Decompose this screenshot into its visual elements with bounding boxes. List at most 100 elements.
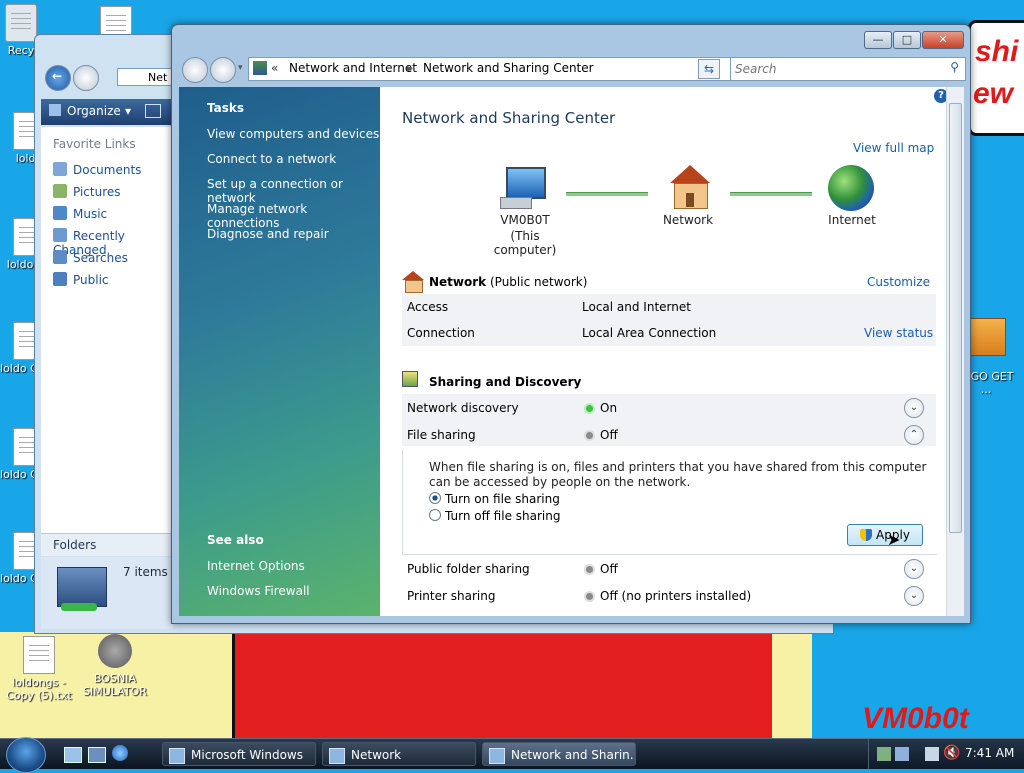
speech-text: ew — [973, 77, 1014, 110]
view-status-link[interactable]: View status — [864, 326, 933, 340]
switch-windows-icon[interactable] — [88, 747, 106, 763]
row-label: Network discovery — [407, 401, 519, 415]
forward-arrow-icon[interactable] — [210, 57, 236, 83]
favorite-links-header: Favorite Links — [53, 137, 136, 151]
file-sharing-panel: When file sharing is on, files and print… — [402, 450, 937, 555]
sharing-row-network-discovery[interactable]: Network discovery On ⌄ — [402, 398, 936, 426]
search-input[interactable] — [733, 59, 937, 79]
favorite-public[interactable]: Public — [53, 272, 109, 287]
sharing-row-printer-sharing[interactable]: Printer sharing Off (no printers install… — [402, 586, 936, 614]
taskbar-item-network[interactable]: Network — [322, 742, 476, 766]
search-icon[interactable]: ⚲ — [950, 60, 959, 74]
radio-selected-icon — [429, 492, 441, 504]
link-windows-firewall[interactable]: Windows Firewall — [207, 584, 310, 598]
task-set-up-a-connection[interactable]: Set up a connection or network — [207, 177, 380, 205]
see-also-header: See also — [207, 533, 264, 547]
favorite-label: Music — [73, 207, 108, 221]
internet-explorer-icon[interactable] — [112, 745, 128, 761]
network-row-access: Access Local and Internet — [402, 300, 936, 325]
collapse-chevron-up-icon[interactable]: ⌃ — [904, 425, 924, 445]
network-label: Network — [662, 213, 714, 227]
task-manage-network-connections[interactable]: Manage network connections — [207, 202, 380, 230]
organize-button[interactable]: Organize — [67, 104, 121, 118]
tray-icon[interactable] — [895, 747, 909, 761]
search-box[interactable]: ⚲ — [730, 57, 966, 81]
link-internet-options[interactable]: Internet Options — [207, 559, 305, 573]
expand-chevron-down-icon[interactable]: ⌄ — [904, 586, 924, 606]
favorite-searches[interactable]: Searches — [53, 250, 128, 265]
window-controls: — □ ✕ — [863, 31, 964, 49]
taskbar-item-label: Network — [351, 748, 402, 762]
sharing-icon — [402, 371, 418, 387]
favorite-music[interactable]: Music — [53, 206, 107, 221]
sharing-row-public-folder[interactable]: Public folder sharing Off ⌄ — [402, 559, 936, 587]
breadcrumb-network-and-sharing-center[interactable]: Network and Sharing Center — [423, 61, 594, 75]
item-count: 7 items — [123, 565, 168, 579]
back-arrow-icon[interactable]: ← — [45, 65, 71, 91]
folders-bar[interactable]: Folders — [41, 533, 173, 556]
forward-arrow-icon[interactable] — [73, 65, 99, 91]
navigation-pane: Favorite Links Documents Pictures Music … — [41, 127, 173, 547]
expand-chevron-down-icon[interactable]: ⌄ — [904, 559, 924, 579]
status-text: Off — [600, 428, 618, 442]
desktop-icon-text-file[interactable]: loldongs - Copy (5).txt — [0, 636, 78, 702]
row-label: Public folder sharing — [407, 562, 530, 576]
radio-turn-on-file-sharing[interactable]: Turn on file sharing — [429, 492, 560, 506]
network-computers-icon — [57, 567, 107, 607]
show-desktop-icon[interactable] — [64, 747, 82, 763]
toolbar: Organize ▾ — [41, 99, 181, 125]
maximize-button[interactable]: □ — [893, 31, 921, 49]
tasks-pane: Tasks View computers and devices Connect… — [179, 87, 380, 616]
status-indicator: On — [586, 401, 617, 415]
breadcrumb-overflow[interactable]: « — [271, 61, 278, 75]
row-label: Access — [407, 300, 449, 314]
recent-pages-chevron-icon[interactable]: ▾ — [238, 63, 243, 73]
network-type: (Public network) — [489, 275, 588, 289]
taskbar-item-label: Network and Sharin... — [511, 748, 636, 762]
connection-line — [730, 192, 812, 196]
network-heading: Network (Public network) — [429, 275, 587, 289]
status-off-icon — [586, 593, 593, 600]
breadcrumb-network-and-internet[interactable]: Network and Internet — [289, 61, 417, 75]
documents-icon — [53, 162, 67, 176]
minimize-button[interactable]: — — [864, 31, 892, 49]
volume-muted-icon[interactable]: 🔇 — [943, 745, 960, 761]
clock[interactable]: 7:41 AM — [965, 746, 1014, 760]
favorite-label: Searches — [73, 251, 128, 265]
recently-changed-icon — [53, 228, 67, 242]
favorite-pictures[interactable]: Pictures — [53, 184, 121, 199]
connection-line — [566, 192, 648, 196]
expand-chevron-down-icon[interactable]: ⌄ — [904, 398, 924, 418]
address-bar[interactable]: « Network and Internet ▸ Network and Sha… — [248, 57, 756, 81]
favorite-label: Documents — [73, 163, 142, 177]
network-house-icon[interactable] — [666, 165, 712, 209]
recycle-bin-icon — [5, 4, 37, 42]
task-connect-to-a-network[interactable]: Connect to a network — [207, 152, 336, 166]
vertical-scrollbar[interactable] — [946, 87, 964, 616]
apply-button[interactable]: Apply — [847, 524, 923, 546]
network-sharing-center-window[interactable]: — □ ✕ ▾ « Network and Internet ▸ Network a… — [171, 24, 971, 624]
file-sharing-description: When file sharing is on, files and print… — [429, 460, 927, 489]
taskbar: Microsoft Windows Network Network and Sh… — [0, 737, 1024, 773]
radio-unselected-icon — [429, 509, 441, 521]
back-arrow-icon[interactable] — [182, 57, 208, 83]
views-icon[interactable] — [145, 104, 161, 118]
internet-globe-icon[interactable] — [828, 165, 874, 211]
status-indicator: Off (no printers installed) — [586, 589, 751, 603]
taskbar-item-microsoft-windows[interactable]: Microsoft Windows — [162, 742, 316, 766]
scrollbar-thumb[interactable] — [949, 103, 962, 533]
radio-label: Turn on file sharing — [445, 492, 560, 506]
radio-turn-off-file-sharing[interactable]: Turn off file sharing — [429, 509, 560, 523]
tray-icon[interactable] — [877, 747, 891, 761]
task-diagnose-and-repair[interactable]: Diagnose and repair — [207, 227, 329, 241]
refresh-icon[interactable]: ⇆ — [698, 59, 720, 79]
view-full-map-link[interactable]: View full map — [853, 141, 934, 155]
customize-link[interactable]: Customize — [867, 275, 930, 289]
desktop-icon-bosnia-simulator[interactable]: BOSNIA SIMULATOR — [76, 634, 154, 698]
task-view-computers-and-devices[interactable]: View computers and devices — [207, 127, 379, 141]
desktop-icon-label: loldongs - Copy (5).txt — [6, 676, 72, 702]
close-button[interactable]: ✕ — [922, 31, 964, 49]
favorite-documents[interactable]: Documents — [53, 162, 141, 177]
network-status-icon[interactable] — [925, 747, 939, 761]
taskbar-item-network-and-sharing[interactable]: Network and Sharin... — [482, 742, 636, 766]
